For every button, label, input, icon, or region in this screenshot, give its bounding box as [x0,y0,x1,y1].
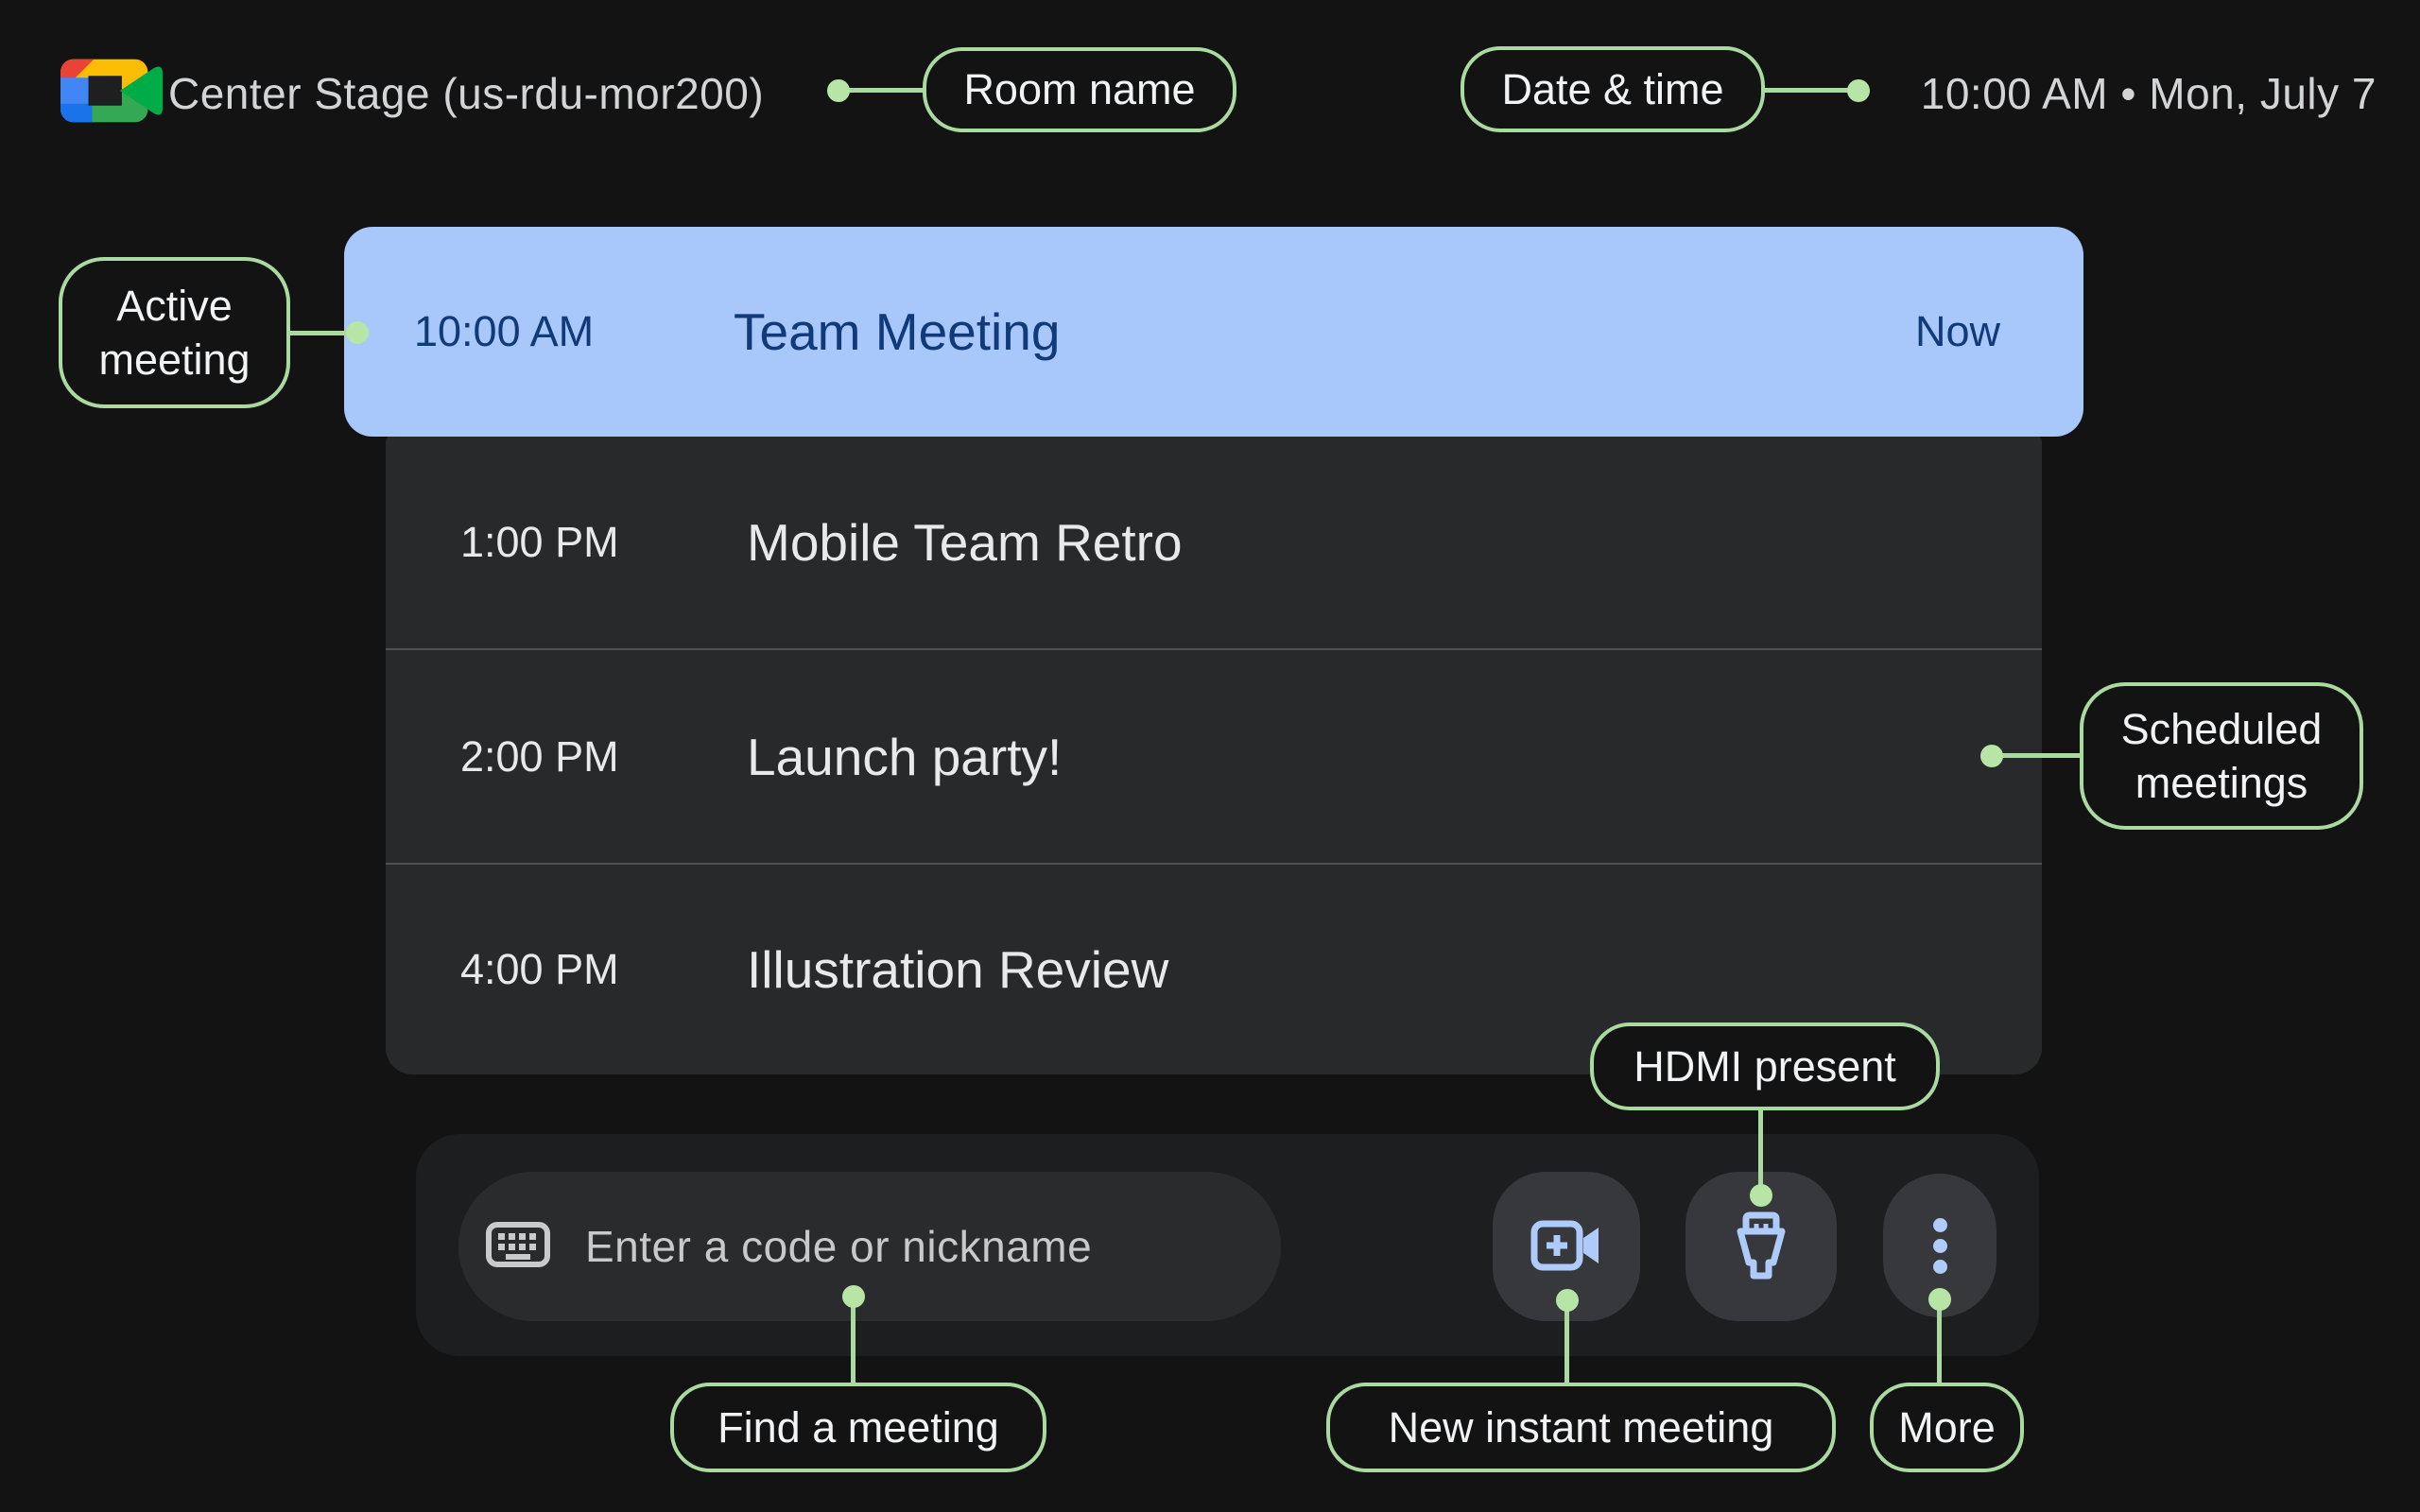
active-meeting-time: 10:00 AM [414,227,594,437]
bottom-tray [416,1134,2039,1356]
connector-dot [1750,1184,1772,1207]
connector-dot [346,321,369,344]
connector-dot [827,79,850,102]
active-meeting-row[interactable]: 10:00 AM Team Meeting Now [344,227,2083,437]
meeting-title: Illustration Review [747,865,1168,1074]
callout-new-instant-meeting: New instant meeting [1326,1383,1836,1472]
scheduled-meetings-list: 1:00 PM Mobile Team Retro 2:00 PM Launch… [386,436,2042,1074]
connector-dot [1847,79,1870,102]
connector-dot [1928,1288,1951,1311]
meeting-row[interactable]: 2:00 PM Launch party! [386,650,2042,863]
meeting-time: 2:00 PM [460,650,619,863]
date-time-text: 10:00 AM • Mon, July 7 [1921,68,2377,119]
callout-active-meeting: Active meeting [59,257,290,408]
callout-more: More [1870,1383,2024,1472]
callout-scheduled-meetings: Scheduled meetings [2080,682,2363,830]
meeting-code-field[interactable] [458,1172,1281,1321]
connector-dot [842,1285,865,1308]
meeting-time: 4:00 PM [460,865,619,1074]
video-plus-icon [1530,1217,1603,1277]
active-meeting-status-badge: Now [1915,227,2000,437]
meeting-title: Mobile Team Retro [747,436,1183,648]
callout-room-name: Room name [923,47,1236,132]
room-name-text: Center Stage (us-rdu-mor200) [168,68,764,119]
keyboard-icon [485,1220,551,1274]
callout-date-time: Date & time [1461,46,1765,132]
connector-line [851,1297,856,1384]
connector-dot [1556,1289,1579,1312]
connector-line [1937,1299,1942,1384]
connector-line [1758,1108,1763,1195]
callout-find-a-meeting: Find a meeting [670,1383,1046,1472]
connector-dot [1980,745,2003,767]
meet-room-display: Center Stage (us-rdu-mor200) 10:00 AM • … [0,0,2420,1512]
more-dots-icon [1933,1218,1947,1274]
meeting-title: Launch party! [747,650,1062,863]
connector-line [1564,1300,1569,1384]
connector-line [1763,88,1858,93]
active-meeting-title: Team Meeting [734,227,1060,437]
hdmi-icon [1731,1210,1791,1284]
callout-hdmi-present: HDMI present [1590,1022,1940,1110]
code-input[interactable] [585,1221,1243,1272]
google-meet-logo-icon [60,55,172,127]
connector-line [1992,753,2082,758]
meeting-time: 1:00 PM [460,436,619,648]
meeting-row[interactable]: 1:00 PM Mobile Team Retro [386,436,2042,648]
